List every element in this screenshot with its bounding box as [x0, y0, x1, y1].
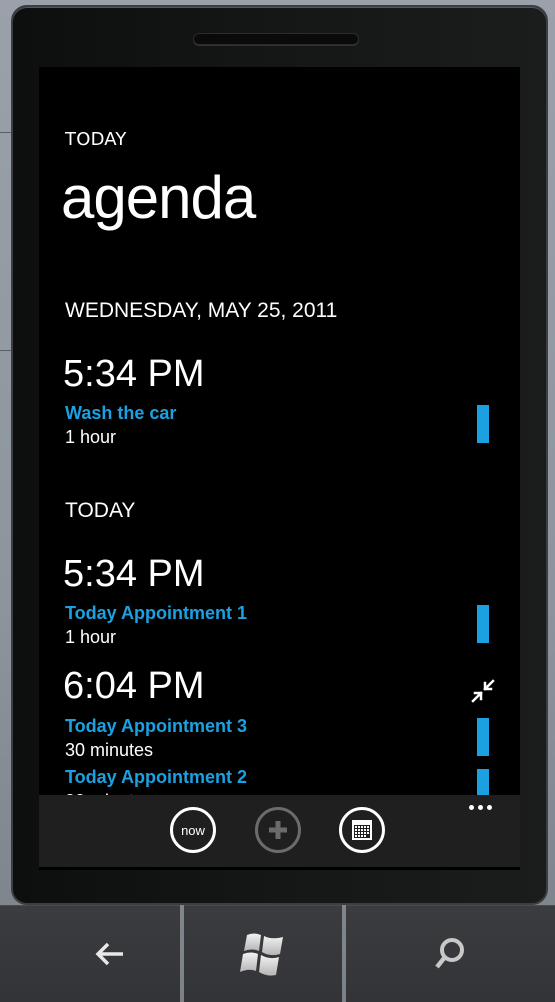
month-view-button[interactable]	[339, 807, 385, 853]
appointment-title[interactable]: Today Appointment 1	[65, 603, 247, 624]
calendar-color-bar	[477, 605, 489, 643]
page-title: agenda	[61, 164, 256, 231]
appointment-duration: 1 hour	[65, 627, 117, 647]
slot-time: 5:34 PM	[63, 353, 205, 395]
appointment-title[interactable]: Wash the car	[65, 403, 176, 424]
appointment-title[interactable]: Today Appointment 2	[65, 767, 247, 788]
now-icon: now	[181, 822, 205, 838]
ellipsis-icon[interactable]	[469, 805, 492, 810]
group-header: WEDNESDAY, MAY 25, 2011	[65, 299, 338, 322]
conflict-icon	[471, 679, 495, 703]
application-bar: now	[39, 795, 520, 867]
new-appointment-button[interactable]	[255, 807, 301, 853]
now-button[interactable]: now	[170, 807, 216, 853]
appointment-duration: 30 minutes	[65, 740, 154, 760]
windows-logo-icon	[240, 933, 283, 976]
dot	[478, 805, 483, 810]
appointment-duration: 1 hour	[65, 427, 117, 447]
calendar-icon	[352, 820, 372, 840]
slot-time: 6:04 PM	[63, 665, 205, 707]
screen: TODAY agenda WEDNESDAY, MAY 25, 2011 5:3…	[39, 67, 520, 870]
group-header: TODAY	[65, 499, 136, 522]
search-icon	[434, 938, 464, 969]
calendar-color-bar	[477, 405, 489, 443]
dot	[469, 805, 474, 810]
plus-icon	[269, 821, 287, 839]
dot	[487, 805, 492, 810]
hardware-button-bar	[0, 905, 555, 1002]
search-button[interactable]	[346, 905, 555, 1002]
appointment-title[interactable]: Today Appointment 3	[65, 716, 247, 737]
calendar-color-bar	[477, 718, 489, 756]
speaker-grille	[193, 33, 359, 45]
start-button[interactable]	[184, 905, 342, 1002]
slot-time: 5:34 PM	[63, 553, 205, 595]
back-arrow-icon	[95, 942, 123, 966]
back-button[interactable]	[0, 905, 180, 1002]
page-subtitle: TODAY	[65, 129, 127, 150]
phone-frame: TODAY agenda WEDNESDAY, MAY 25, 2011 5:3…	[11, 5, 548, 905]
